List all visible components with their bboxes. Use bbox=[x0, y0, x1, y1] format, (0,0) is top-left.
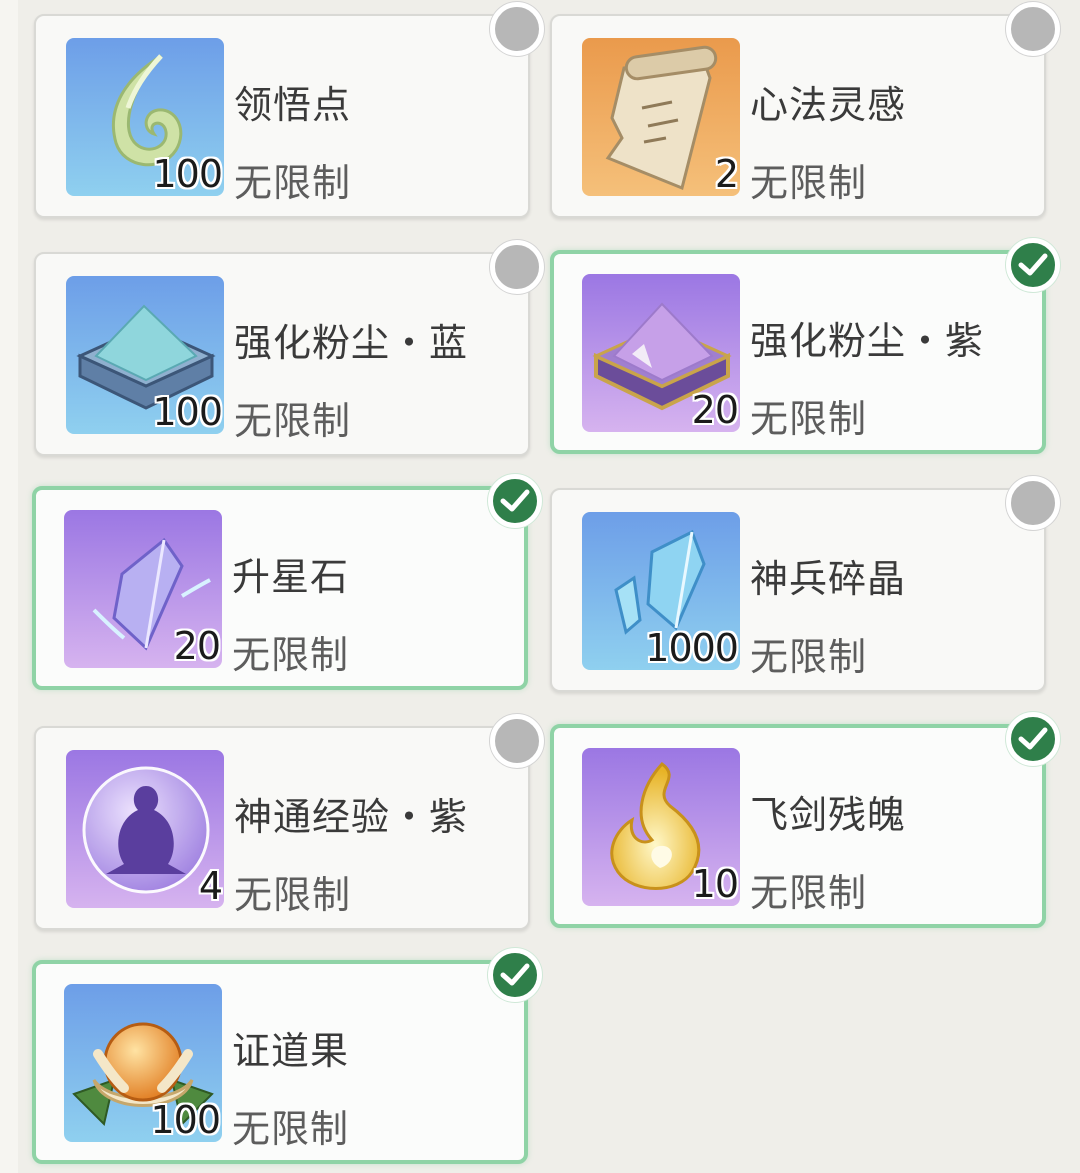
item-limit: 无限制 bbox=[232, 633, 350, 677]
item-name: 神通经验・紫 bbox=[234, 795, 469, 839]
select-radio[interactable] bbox=[1006, 476, 1060, 530]
spirit-orb-icon bbox=[82, 766, 210, 894]
item-thumbnail: 4 bbox=[66, 750, 224, 908]
item-limit: 无限制 bbox=[750, 161, 868, 205]
item-name: 领悟点 bbox=[234, 83, 352, 127]
item-card-lingwudian[interactable]: 100 领悟点 无限制 bbox=[34, 2, 544, 218]
item-quantity: 10 bbox=[691, 862, 739, 906]
select-radio[interactable] bbox=[490, 2, 544, 56]
item-limit: 无限制 bbox=[234, 399, 352, 443]
check-icon bbox=[500, 963, 530, 986]
item-card-feijian-canpo[interactable]: 10 飞剑残魄 无限制 bbox=[550, 712, 1060, 928]
item-card-qianghua-fenchen-zi[interactable]: 20 强化粉尘・紫 无限制 bbox=[550, 238, 1060, 454]
item-quantity: 100 bbox=[152, 390, 223, 434]
item-limit: 无限制 bbox=[234, 873, 352, 917]
select-radio[interactable] bbox=[490, 240, 544, 294]
item-quantity: 100 bbox=[152, 152, 223, 196]
item-thumbnail: 100 bbox=[66, 276, 224, 434]
item-thumbnail: 2 bbox=[582, 38, 740, 196]
item-name: 升星石 bbox=[232, 555, 350, 599]
item-thumbnail: 100 bbox=[64, 984, 222, 1142]
item-quantity: 1000 bbox=[645, 626, 739, 670]
item-quantity: 4 bbox=[198, 864, 223, 908]
item-name: 神兵碎晶 bbox=[750, 557, 907, 601]
item-limit: 无限制 bbox=[750, 635, 868, 679]
item-name: 证道果 bbox=[232, 1029, 350, 1073]
item-limit: 无限制 bbox=[234, 161, 352, 205]
item-thumbnail: 10 bbox=[582, 748, 740, 906]
check-icon bbox=[1018, 727, 1048, 750]
item-name: 强化粉尘・蓝 bbox=[234, 321, 469, 365]
item-thumbnail: 1000 bbox=[582, 512, 740, 670]
item-name: 心法灵感 bbox=[750, 83, 907, 127]
item-thumbnail: 20 bbox=[582, 274, 740, 432]
item-card-zhengdaoguo[interactable]: 100 证道果 无限制 bbox=[32, 948, 542, 1164]
item-quantity: 100 bbox=[150, 1098, 221, 1142]
item-limit: 无限制 bbox=[232, 1107, 350, 1151]
select-checkmark[interactable] bbox=[488, 474, 542, 528]
select-checkmark[interactable] bbox=[488, 948, 542, 1002]
item-grid: 100 领悟点 无限制 2 心法灵感 无限制 100 强化粉尘・蓝 无限制 20… bbox=[0, 0, 1080, 1173]
item-quantity: 2 bbox=[714, 152, 739, 196]
check-icon bbox=[500, 489, 530, 512]
item-thumbnail: 20 bbox=[64, 510, 222, 668]
item-quantity: 20 bbox=[173, 624, 221, 668]
item-limit: 无限制 bbox=[750, 397, 868, 441]
item-card-shenbing-suijing[interactable]: 1000 神兵碎晶 无限制 bbox=[550, 476, 1060, 692]
item-card-shengxingshi[interactable]: 20 升星石 无限制 bbox=[32, 474, 542, 690]
item-quantity: 20 bbox=[691, 388, 739, 432]
item-card-xinfa-linggan[interactable]: 2 心法灵感 无限制 bbox=[550, 2, 1060, 218]
check-icon bbox=[1018, 253, 1048, 276]
select-radio[interactable] bbox=[490, 714, 544, 768]
select-checkmark[interactable] bbox=[1006, 712, 1060, 766]
item-name: 强化粉尘・紫 bbox=[750, 319, 985, 363]
item-limit: 无限制 bbox=[750, 871, 868, 915]
item-card-qianghua-fenchen-lan[interactable]: 100 强化粉尘・蓝 无限制 bbox=[34, 240, 544, 456]
select-radio[interactable] bbox=[1006, 2, 1060, 56]
item-thumbnail: 100 bbox=[66, 38, 224, 196]
item-card-shentong-jingyan-zi[interactable]: 4 神通经验・紫 无限制 bbox=[34, 714, 544, 930]
item-name: 飞剑残魄 bbox=[750, 793, 907, 837]
select-checkmark[interactable] bbox=[1006, 238, 1060, 292]
